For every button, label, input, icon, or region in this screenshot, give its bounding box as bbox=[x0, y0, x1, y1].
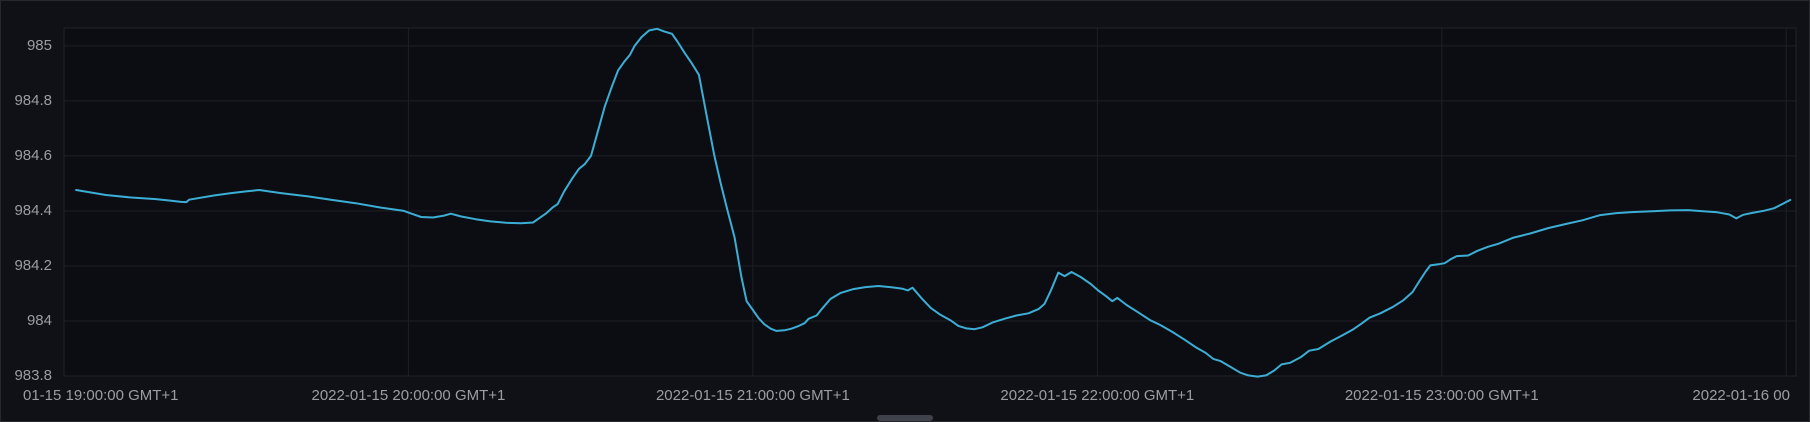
y-tick-label: 984 bbox=[27, 312, 52, 330]
y-tick-label: 983.8 bbox=[14, 367, 52, 385]
x-tick-label: 2022-01-15 22:00:00 GMT+1 bbox=[1000, 387, 1194, 405]
time-series-panel: 985 984.8 984.6 984.4 984.2 984 983.8 01-15 19:… bbox=[0, 0, 1810, 422]
y-tick-label: 984.8 bbox=[14, 92, 52, 110]
y-tick-label: 985 bbox=[27, 37, 52, 55]
plot-area[interactable] bbox=[64, 28, 1796, 376]
y-tick-label: 984.4 bbox=[14, 202, 52, 220]
panel-resize-handle[interactable] bbox=[877, 415, 933, 421]
y-tick-label: 984.2 bbox=[14, 257, 52, 275]
y-tick-label: 984.6 bbox=[14, 147, 52, 165]
line-chart[interactable] bbox=[1, 1, 1810, 422]
x-tick-label: 01-15 19:00:00 GMT+1 bbox=[23, 387, 179, 405]
x-tick-label: 2022-01-15 20:00:00 GMT+1 bbox=[311, 387, 505, 405]
x-tick-label: 2022-01-15 23:00:00 GMT+1 bbox=[1345, 387, 1539, 405]
x-tick-label: 2022-01-16 00 bbox=[1692, 387, 1790, 405]
x-tick-label: 2022-01-15 21:00:00 GMT+1 bbox=[656, 387, 850, 405]
